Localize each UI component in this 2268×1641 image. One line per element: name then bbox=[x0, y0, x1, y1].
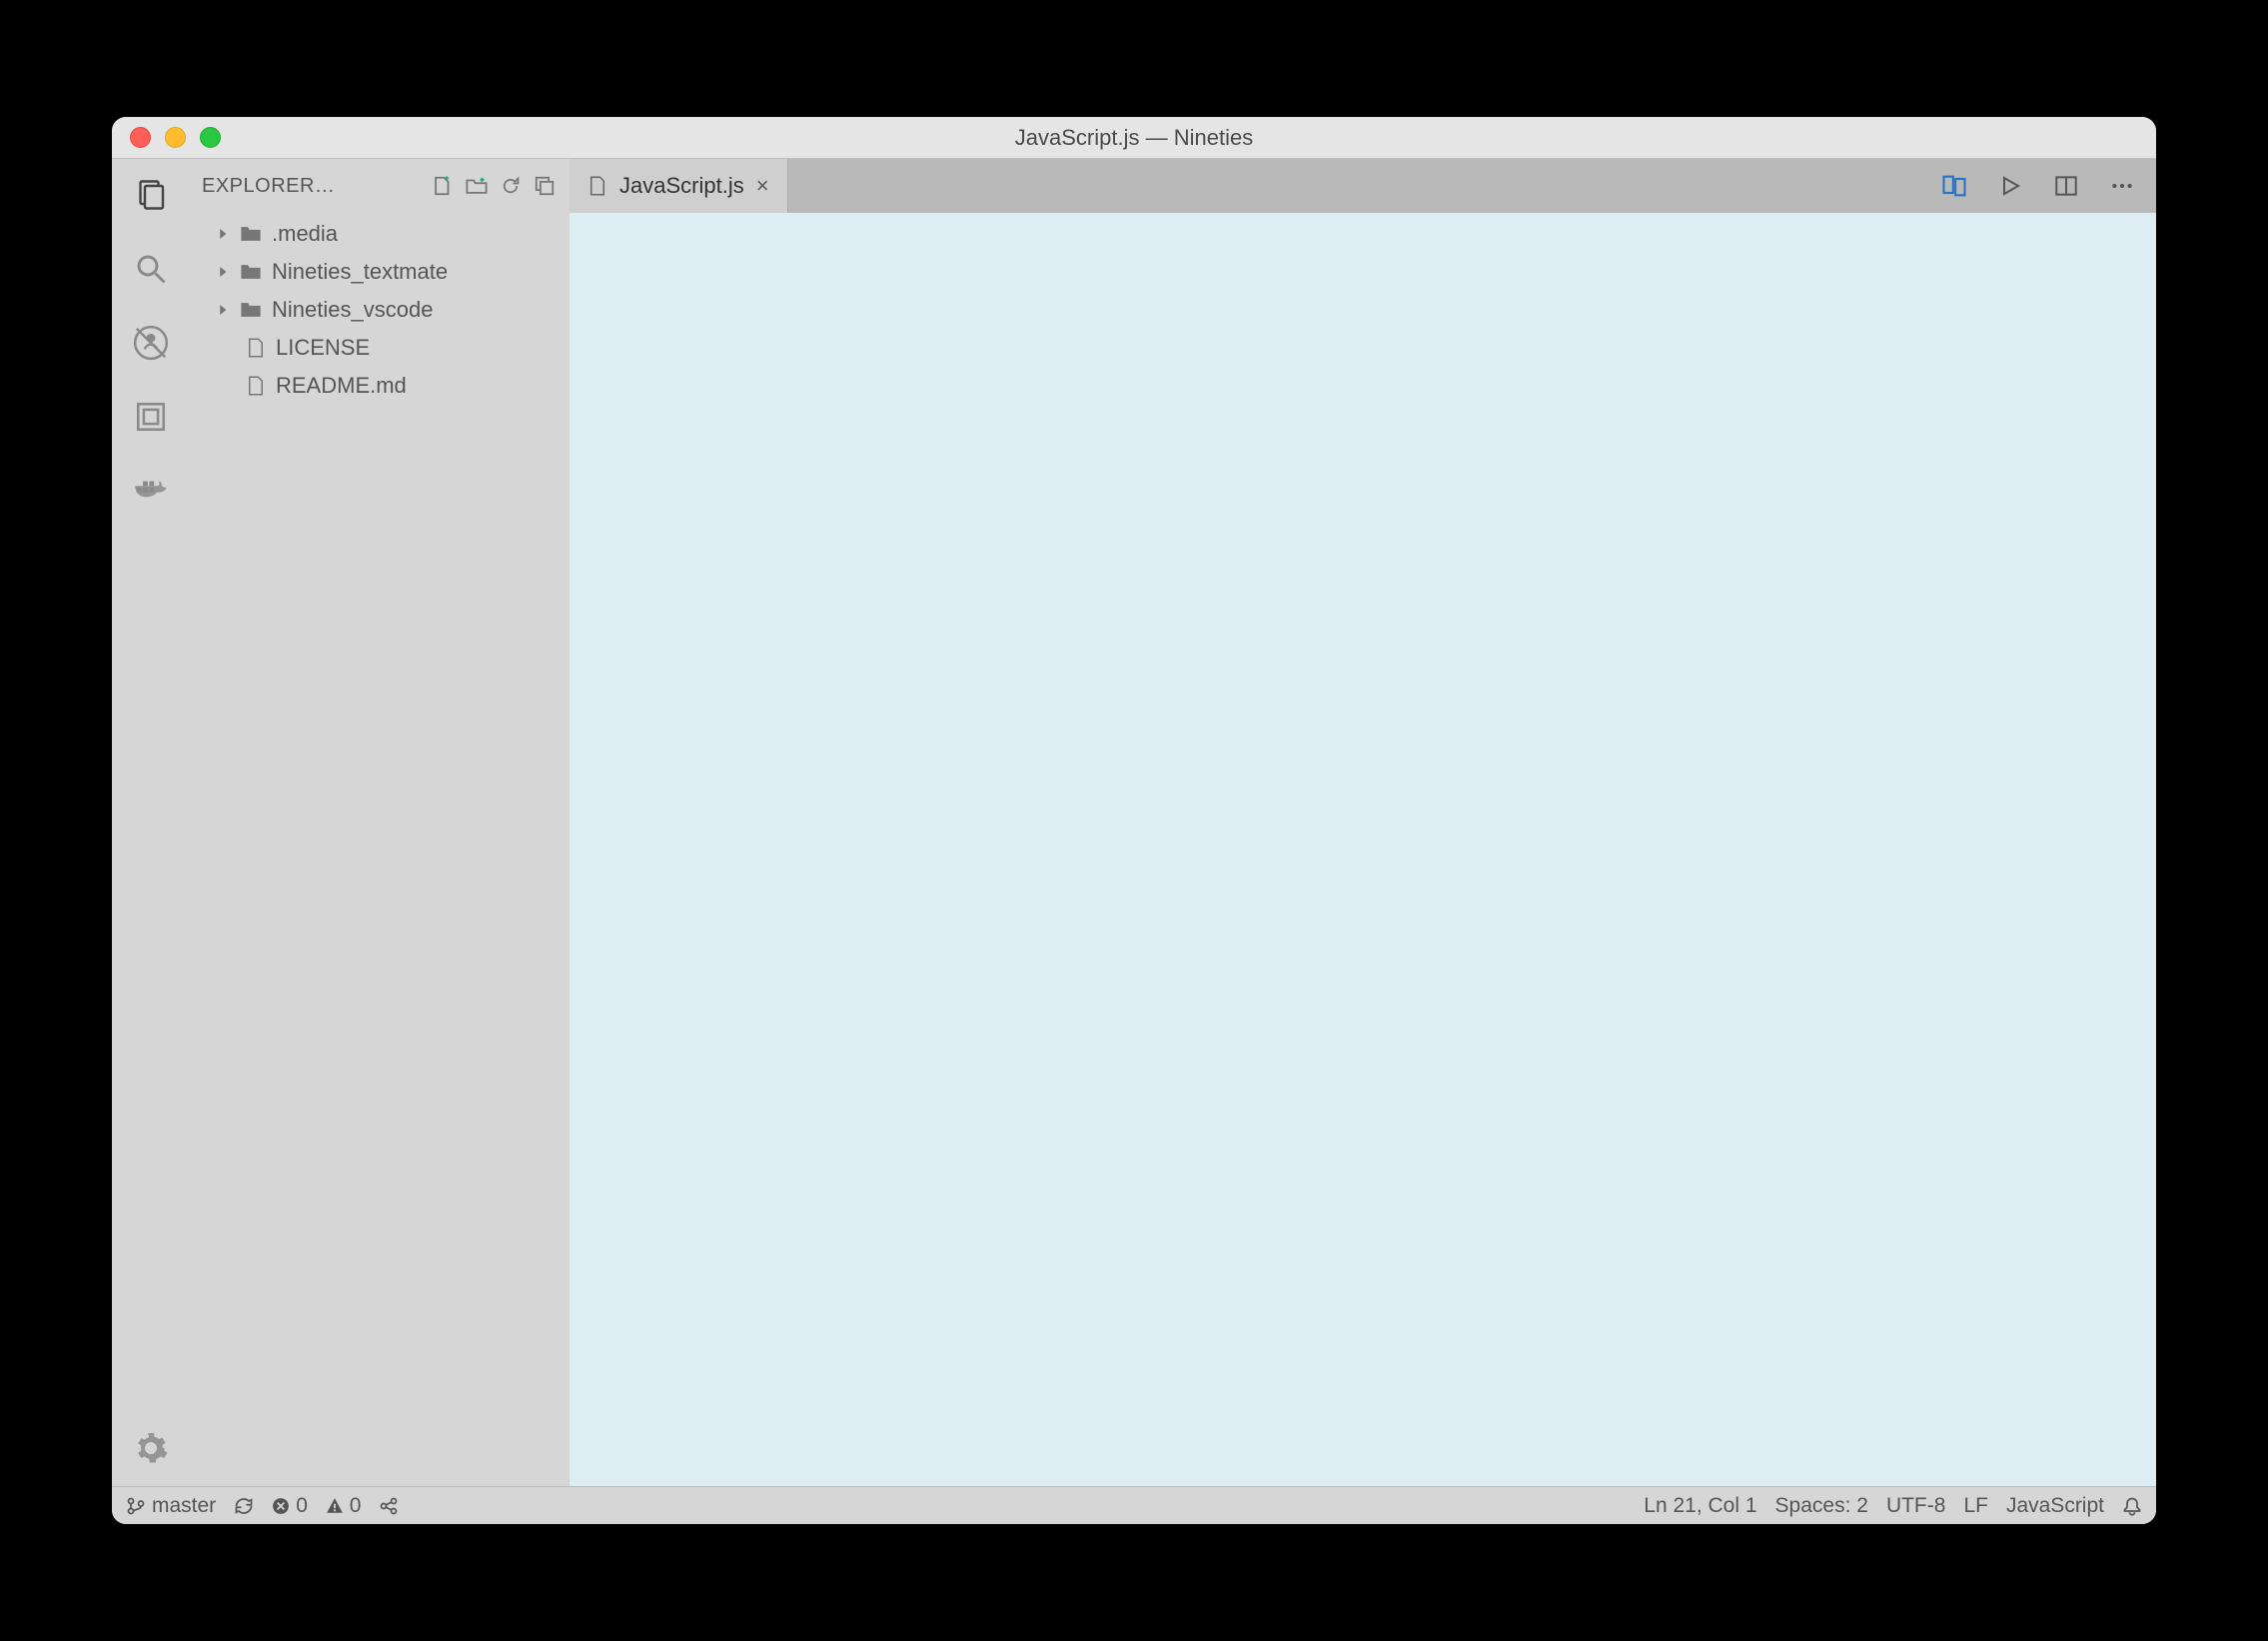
new-folder-icon[interactable] bbox=[464, 173, 490, 199]
tab-javascript[interactable]: JavaScript.js × bbox=[569, 159, 788, 213]
extensions-icon[interactable] bbox=[131, 397, 171, 437]
tab-close-icon[interactable]: × bbox=[756, 173, 769, 199]
item-label: .media bbox=[272, 221, 338, 247]
cursor-position[interactable]: Ln 21, Col 1 bbox=[1644, 1494, 1756, 1518]
folder-icon bbox=[240, 223, 262, 245]
split-editor-icon[interactable] bbox=[2052, 172, 2080, 200]
eol[interactable]: LF bbox=[1963, 1494, 1988, 1518]
search-icon[interactable] bbox=[131, 249, 171, 289]
window-title: JavaScript.js — Nineties bbox=[112, 125, 2156, 151]
folder-item[interactable]: Nineties_textmate bbox=[190, 253, 569, 291]
notifications-bell-icon[interactable] bbox=[2122, 1496, 2142, 1516]
chevron-right-icon bbox=[218, 228, 230, 240]
titlebar: JavaScript.js — Nineties bbox=[112, 117, 2156, 159]
folder-icon bbox=[240, 299, 262, 321]
compare-changes-icon[interactable] bbox=[1940, 172, 1968, 200]
tab-label: JavaScript.js bbox=[619, 173, 744, 199]
file-icon bbox=[587, 176, 607, 196]
activity-bar bbox=[112, 159, 190, 1486]
file-item[interactable]: README.md bbox=[190, 367, 569, 405]
chevron-right-icon bbox=[218, 266, 230, 278]
file-tree: .media Nineties_textmate Nineties_vscode LI… bbox=[190, 213, 569, 407]
sync-icon[interactable] bbox=[234, 1496, 254, 1516]
item-label: README.md bbox=[276, 373, 407, 399]
tab-bar: JavaScript.js × bbox=[569, 159, 2156, 213]
live-share-icon[interactable] bbox=[379, 1496, 399, 1516]
file-icon bbox=[246, 376, 266, 396]
docker-icon[interactable] bbox=[131, 471, 171, 511]
more-actions-icon[interactable] bbox=[2108, 172, 2136, 200]
file-icon bbox=[246, 338, 266, 358]
debug-icon[interactable] bbox=[131, 323, 171, 363]
branch-name: master bbox=[152, 1494, 216, 1518]
folder-item[interactable]: .media bbox=[190, 215, 569, 253]
status-bar: master 0 0 Ln 21, Col 1 Spaces: 2 UTF-8 … bbox=[112, 1486, 2156, 1524]
indent-setting[interactable]: Spaces: 2 bbox=[1775, 1494, 1868, 1518]
collapse-all-icon[interactable] bbox=[532, 173, 558, 199]
git-branch[interactable]: master bbox=[126, 1494, 216, 1518]
run-icon[interactable] bbox=[1996, 172, 2024, 200]
explorer-header: EXPLORER… bbox=[190, 159, 569, 213]
file-item[interactable]: LICENSE bbox=[190, 329, 569, 367]
folder-item[interactable]: Nineties_vscode bbox=[190, 291, 569, 329]
item-label: Nineties_vscode bbox=[272, 297, 433, 323]
editor-area: JavaScript.js × bbox=[569, 159, 2156, 1486]
language-mode[interactable]: JavaScript bbox=[2006, 1494, 2104, 1518]
explorer-sidebar: EXPLORER… .media Nineties_textmate Ninetie… bbox=[190, 159, 569, 1486]
item-label: LICENSE bbox=[276, 335, 370, 361]
encoding[interactable]: UTF-8 bbox=[1886, 1494, 1946, 1518]
app-window: JavaScript.js — Nineties bbox=[112, 117, 2156, 1524]
problems[interactable]: 0 0 bbox=[272, 1494, 361, 1518]
chevron-right-icon bbox=[218, 304, 230, 316]
new-file-icon[interactable] bbox=[430, 173, 456, 199]
code-editor[interactable] bbox=[569, 213, 2156, 1486]
item-label: Nineties_textmate bbox=[272, 259, 448, 285]
settings-gear-icon[interactable] bbox=[131, 1428, 171, 1468]
folder-icon bbox=[240, 261, 262, 283]
refresh-icon[interactable] bbox=[498, 173, 524, 199]
explorer-title: EXPLORER… bbox=[202, 175, 422, 198]
explorer-icon[interactable] bbox=[131, 175, 171, 215]
